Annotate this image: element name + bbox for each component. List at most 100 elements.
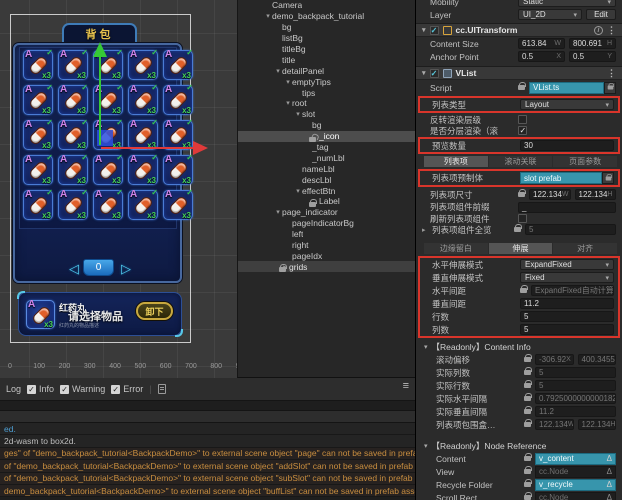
item-prefab-field[interactable]: slot prefab: [520, 172, 602, 184]
console-log-row[interactable]: of "demo_backpack_tutorial<BackpackDemo>…: [0, 460, 415, 473]
console-log-row[interactable]: demo_backpack_tutorial<BackpackDemo>" to…: [0, 484, 415, 498]
scene-view[interactable]: 背包 A x3 A x3 A x3 A x3 A x3 A x3 A x: [0, 0, 237, 378]
collapse-arrow-icon[interactable]: ▾: [422, 26, 426, 34]
page-left-arrow-icon[interactable]: ◁: [69, 262, 79, 275]
inventory-slot[interactable]: A x3: [128, 119, 158, 150]
hierarchy-node[interactable]: ▾ demo_backpack_tutorial: [238, 11, 415, 22]
asset-lock-button[interactable]: [604, 81, 616, 94]
component-menu-icon[interactable]: ⋮: [607, 68, 616, 79]
hierarchy-node[interactable]: titleBg: [238, 44, 415, 55]
cols-field[interactable]: 5: [520, 324, 614, 335]
expand-arrow-icon[interactable]: ▾: [274, 208, 282, 216]
hierarchy-node[interactable]: descLbl: [238, 174, 415, 185]
hierarchy-node[interactable]: ▾ slot: [238, 109, 415, 120]
anchor-y-field[interactable]: 0.5 Y: [569, 51, 616, 62]
component-enabled-checkbox[interactable]: [429, 68, 439, 78]
hierarchy-node[interactable]: Label: [238, 196, 415, 207]
inventory-slot[interactable]: A x3: [23, 154, 53, 185]
hierarchy-node[interactable]: _tag: [238, 142, 415, 153]
inventory-slot[interactable]: A x3: [93, 84, 123, 115]
v-expand-dropdown[interactable]: Fixed: [520, 272, 614, 283]
content-size-w-field[interactable]: 613.84 W: [518, 38, 565, 49]
gizmo-x-axis[interactable]: [101, 147, 193, 149]
inventory-slot[interactable]: A x3: [163, 154, 193, 185]
hierarchy-node[interactable]: left: [238, 229, 415, 240]
inventory-slot[interactable]: A x3: [23, 119, 53, 150]
expand-arrow-icon[interactable]: ▸: [422, 226, 428, 234]
expand-arrow-icon[interactable]: ▾: [294, 187, 302, 195]
hierarchy-node[interactable]: ▾ detailPanel: [238, 65, 415, 76]
rows-field[interactable]: 5: [520, 311, 614, 322]
component-enabled-checkbox[interactable]: [429, 25, 439, 35]
hierarchy-node[interactable]: pageIdx: [238, 250, 415, 261]
item-size-h-field[interactable]: 122.134 H: [574, 189, 616, 200]
asset-lock-button[interactable]: [602, 172, 614, 184]
expand-arrow-icon[interactable]: ▾: [284, 78, 292, 86]
hierarchy-node[interactable]: listBg: [238, 33, 415, 44]
inventory-slot[interactable]: A x3: [128, 154, 158, 185]
expand-arrow-icon[interactable]: ▾: [294, 110, 302, 118]
hierarchy-node[interactable]: _icon: [238, 130, 415, 142]
inventory-slot[interactable]: A x3: [163, 84, 193, 115]
console-menu-icon[interactable]: ≡: [403, 380, 409, 392]
refresh-item-checkbox[interactable]: [518, 214, 527, 223]
hierarchy-node[interactable]: ▸ grids: [238, 261, 415, 273]
hierarchy-node[interactable]: Camera: [238, 0, 415, 11]
tab-edge-padding[interactable]: 边缘留白: [424, 243, 488, 254]
inventory-slot[interactable]: A x3: [23, 84, 53, 115]
layer-dropdown[interactable]: UI_2D: [518, 9, 582, 20]
content-size-h-field[interactable]: 800.691 H: [569, 38, 616, 49]
h-expand-dropdown[interactable]: ExpandFixed: [520, 259, 614, 270]
inventory-slot[interactable]: A x3: [58, 189, 88, 220]
help-icon[interactable]: i: [594, 25, 603, 35]
v-gap-field[interactable]: 11.2: [520, 298, 614, 309]
unequip-button[interactable]: 卸下: [136, 302, 173, 320]
console-log-row[interactable]: ges" of "demo_backpack_tutorial<Backpack…: [0, 447, 415, 461]
reverse-render-checkbox[interactable]: [518, 115, 527, 124]
script-asset-field[interactable]: VList.ts: [529, 81, 604, 94]
scrollrect-node-field[interactable]: cc.Node Δ: [535, 491, 616, 500]
gizmo-x-arrow-icon[interactable]: [193, 141, 208, 155]
inventory-slot[interactable]: A x3: [58, 119, 88, 150]
hierarchy-node[interactable]: bg: [238, 22, 415, 33]
inventory-slot[interactable]: A x3: [163, 119, 193, 150]
open-log-file-icon[interactable]: [157, 384, 166, 394]
hierarchy-node[interactable]: pageIndicatorBg: [238, 218, 415, 229]
selected-item-slot[interactable]: A x3: [26, 299, 55, 329]
tab-stretch[interactable]: 伸展: [488, 243, 553, 254]
anchor-x-field[interactable]: 0.5 X: [518, 51, 565, 62]
inventory-slot[interactable]: A x3: [23, 49, 53, 80]
inventory-slot[interactable]: A x3: [58, 49, 88, 80]
hierarchy-node[interactable]: ▾ effectBtn: [238, 185, 415, 196]
page-right-arrow-icon[interactable]: ▷: [121, 262, 131, 275]
view-node-field[interactable]: cc.Node Δ: [535, 465, 616, 478]
console-log-row[interactable]: 2d-wasm to box2d.: [0, 435, 415, 448]
warning-checkbox[interactable]: [60, 384, 70, 394]
hierarchy-node[interactable]: nameLbl: [238, 163, 415, 174]
hierarchy-node[interactable]: ▾ page_indicator: [238, 207, 415, 218]
info-checkbox[interactable]: [27, 384, 37, 394]
inventory-slot[interactable]: A x3: [128, 189, 158, 220]
item-size-w-field[interactable]: 122.134 W: [529, 189, 571, 200]
console-log-row[interactable]: ed.: [0, 423, 415, 436]
inventory-slot[interactable]: A x3: [163, 189, 193, 220]
tab-scroll-link[interactable]: 滚动关联: [488, 156, 553, 167]
filter-error[interactable]: Error: [111, 384, 143, 394]
console-log-row[interactable]: of "demo_backpack_tutorial<BackpackDemo>…: [0, 472, 415, 485]
inventory-slot[interactable]: A x3: [58, 84, 88, 115]
hierarchy-node[interactable]: _numLbl: [238, 152, 415, 163]
hierarchy-node[interactable]: ▾ emptyTips: [238, 76, 415, 87]
hierarchy-node[interactable]: bg: [238, 120, 415, 131]
mobility-dropdown[interactable]: Static: [518, 0, 616, 7]
expand-arrow-icon[interactable]: ▾: [274, 67, 282, 75]
inventory-slot[interactable]: A x3: [128, 49, 158, 80]
expand-arrow-icon[interactable]: ▾: [264, 12, 272, 20]
list-type-dropdown[interactable]: Layout: [520, 99, 614, 110]
inventory-slot[interactable]: A x3: [93, 189, 123, 220]
inventory-slot[interactable]: A x3: [58, 154, 88, 185]
hierarchy-node[interactable]: right: [238, 240, 415, 251]
tab-list-item[interactable]: 列表项: [424, 156, 488, 167]
tab-align[interactable]: 对齐: [553, 243, 618, 254]
inventory-slot[interactable]: A x3: [128, 84, 158, 115]
recycle-node-field[interactable]: v_recycle Δ: [535, 478, 616, 491]
